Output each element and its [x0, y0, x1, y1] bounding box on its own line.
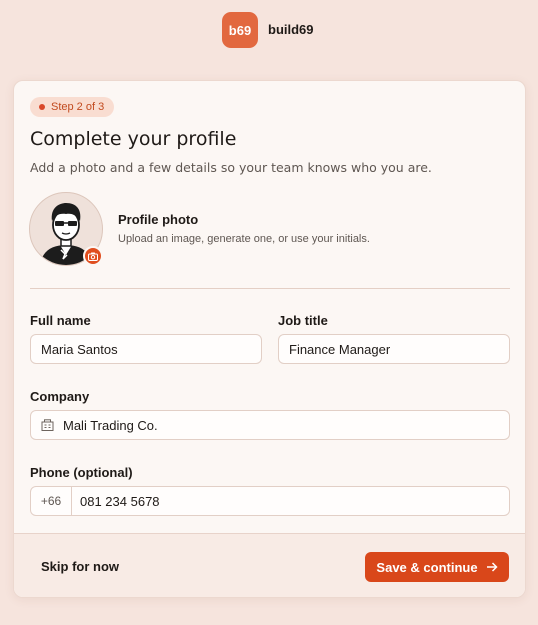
phone-country-prefix[interactable]: +66: [31, 487, 72, 515]
change-photo-button[interactable]: [83, 246, 103, 266]
phone-label: Phone (optional): [30, 465, 133, 480]
save-continue-label: Save & continue: [376, 559, 478, 575]
skip-button[interactable]: Skip for now: [41, 559, 119, 574]
building-icon: [41, 419, 54, 431]
camera-icon: [88, 252, 98, 261]
company-label: Company: [30, 389, 90, 404]
job-title-value: Finance Manager: [289, 341, 391, 357]
brand-logo[interactable]: b69: [222, 12, 258, 48]
company-input[interactable]: Mali Trading Co.: [30, 410, 510, 440]
top-bar: b69 build69: [0, 12, 538, 48]
avatar-container[interactable]: [29, 192, 103, 266]
card-footer: Skip for now Save & continue: [14, 533, 525, 597]
phone-value: 081 234 5678: [80, 493, 160, 509]
page-subtitle: Add a photo and a few details so your te…: [30, 160, 432, 175]
profile-photo-label: Profile photo: [118, 212, 199, 227]
step-label: Step 2 of 3: [51, 101, 105, 113]
profile-photo-help: Upload an image, generate one, or use yo…: [118, 233, 370, 245]
step-dot-icon: [39, 104, 45, 110]
step-badge: Step 2 of 3: [30, 97, 115, 117]
profile-card: Step 2 of 3 Complete your profile Add a …: [13, 80, 526, 598]
brand-name: build69: [268, 22, 314, 37]
arrow-right-icon: [486, 562, 498, 572]
page-title: Complete your profile: [30, 128, 237, 150]
job-title-input[interactable]: Finance Manager: [278, 334, 510, 364]
full-name-label: Full name: [30, 313, 91, 328]
job-title-label: Job title: [278, 313, 328, 328]
company-value: Mali Trading Co.: [63, 417, 158, 433]
save-continue-button[interactable]: Save & continue: [365, 552, 509, 582]
phone-input[interactable]: +66 081 234 5678: [30, 486, 510, 516]
full-name-input[interactable]: Maria Santos: [30, 334, 262, 364]
full-name-value: Maria Santos: [41, 341, 118, 357]
divider: [30, 288, 510, 289]
